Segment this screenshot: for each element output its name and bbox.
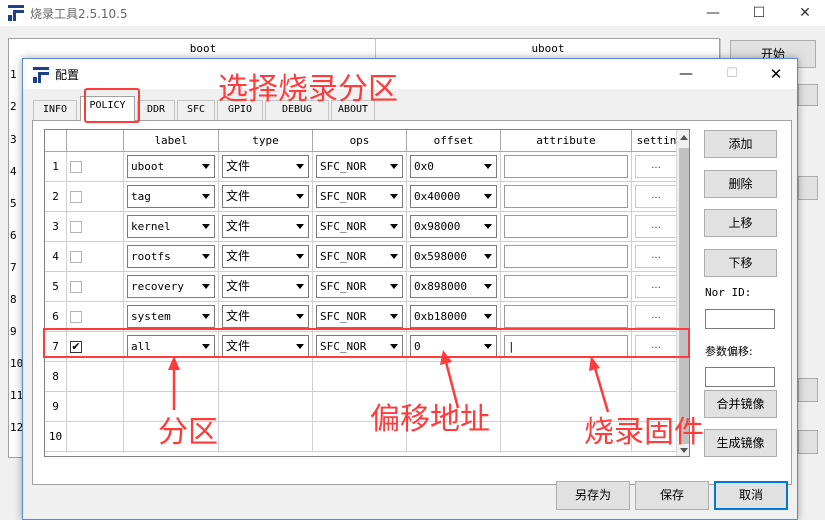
annotation-burn-firmware: 烧录固件: [584, 415, 704, 450]
annotation-offset-address: 偏移地址: [370, 402, 490, 437]
annotation-partition: 分区: [158, 415, 218, 450]
arrow-firmware-icon: [593, 367, 610, 413]
